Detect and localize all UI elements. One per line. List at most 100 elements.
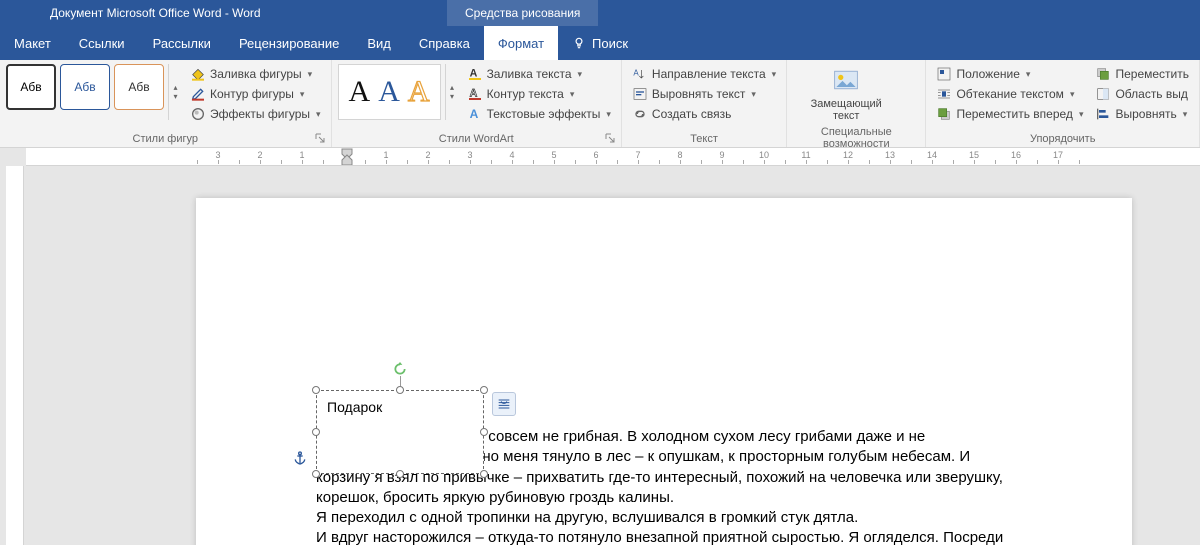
send-backward-button[interactable]: Переместить [1091,64,1193,84]
workspace: Подарок Не грибная была осень, совсем не… [0,166,1200,545]
vertical-ruler[interactable] [6,166,24,545]
bring-forward-button[interactable]: Переместить вперед▾ [932,104,1087,124]
search-label: Поиск [592,36,628,51]
svg-text:A: A [469,88,477,100]
position-button[interactable]: Положение▾ [932,64,1087,84]
contextual-tab-label: Средства рисования [465,6,580,20]
resize-handle-ne[interactable] [480,386,488,394]
wordart-gallery[interactable]: A A A [338,64,441,120]
selected-textbox[interactable]: Подарок [316,390,484,474]
chevron-down-icon: ▾ [772,69,777,80]
chevron-down-icon: ▾ [606,109,611,120]
indent-marker-icon[interactable] [341,148,353,166]
group-label-arrange: Упорядочить [932,131,1193,145]
tab-view[interactable]: Вид [353,26,405,60]
textbox-frame[interactable]: Подарок [316,390,484,474]
selection-pane-icon [1095,86,1111,102]
shape-effects-button[interactable]: Эффекты фигуры▾ [186,104,325,124]
horizontal-ruler[interactable]: 3211234567891011121314151617 [26,148,1200,166]
tab-review[interactable]: Рецензирование [225,26,353,60]
window-title: Документ Microsoft Office Word - Word [50,6,261,20]
chevron-down-icon: ▾ [751,89,756,100]
svg-text:A: A [469,68,477,80]
pencil-outline-icon [190,86,206,102]
wordart-preset-3[interactable]: A [408,75,430,109]
chevron-down-icon: ▾ [300,89,305,100]
group-arrange: Положение▾ Обтекание текстом▾ Переместит… [926,60,1200,147]
create-link-button[interactable]: Создать связь [628,104,780,124]
text-outline-icon: A [467,86,483,102]
resize-handle-s[interactable] [396,470,404,478]
shape-style-preset-2[interactable]: Абв [60,64,110,110]
paragraph[interactable]: Я переходил с одной тропинки на другую, … [316,508,1012,528]
resize-handle-e[interactable] [480,428,488,436]
svg-text:A: A [633,68,639,77]
group-accessibility: Замещающий текст Специальные возможности [787,60,926,147]
shape-fill-button[interactable]: Заливка фигуры▾ [186,64,325,84]
align-text-icon [632,86,648,102]
shape-style-preset-3[interactable]: Абв [114,64,164,110]
align-button[interactable]: Выровнять▾ [1091,104,1193,124]
dialog-launcher-icon[interactable] [315,133,325,143]
bring-forward-icon [936,106,952,122]
text-fill-icon: A [467,66,483,82]
layout-options-button[interactable] [492,392,516,416]
resize-handle-nw[interactable] [312,386,320,394]
text-direction-icon: A [632,66,648,82]
tell-me-search[interactable]: Поиск [558,26,642,60]
dialog-launcher-icon[interactable] [605,133,615,143]
send-backward-icon [1095,66,1111,82]
align-text-button[interactable]: Выровнять текст▾ [628,84,780,104]
shape-style-preset-1[interactable]: Абв [6,64,56,110]
rotate-handle[interactable] [393,362,407,376]
resize-handle-w[interactable] [312,428,320,436]
wordart-gallery-more[interactable]: ▴▾ [445,64,459,120]
paint-bucket-icon [190,66,206,82]
wrap-text-icon [936,86,952,102]
chevron-down-icon: ▾ [570,89,575,100]
svg-text:A: A [469,107,478,121]
wordart-preset-2[interactable]: A [378,75,400,109]
alt-text-button[interactable]: Замещающий текст [793,64,899,124]
tab-layout[interactable]: Макет [0,26,65,60]
contextual-tab-group: Средства рисования [447,0,598,26]
chevron-down-icon: ▾ [308,69,313,80]
wrap-text-button[interactable]: Обтекание текстом▾ [932,84,1087,104]
group-wordart-styles: A A A ▴▾ A Заливка текста▾ A Контур текс… [332,60,622,147]
text-direction-button[interactable]: A Направление текста▾ [628,64,780,84]
chevron-down-icon: ▾ [578,69,583,80]
chevron-down-icon: ▾ [1070,89,1075,100]
textbox-text[interactable]: Подарок [327,399,382,415]
group-text: A Направление текста▾ Выровнять текст▾ С… [622,60,787,147]
resize-handle-n[interactable] [396,386,404,394]
text-fill-button[interactable]: A Заливка текста▾ [463,64,615,84]
position-icon [936,66,952,82]
chevron-down-icon: ▾ [316,109,321,120]
selection-pane-button[interactable]: Область выд [1091,84,1193,104]
tab-help[interactable]: Справка [405,26,484,60]
titlebar: Документ Microsoft Office Word - Word Ср… [0,0,1200,26]
object-anchor-icon[interactable] [292,450,308,471]
chevron-down-icon: ▾ [1079,109,1084,120]
group-label-shape-styles: Стили фигур [6,131,325,145]
alt-text-icon [832,66,860,94]
tab-mailings[interactable]: Рассылки [139,26,225,60]
document-page[interactable]: Подарок Не грибная была осень, совсем не… [196,198,1132,545]
group-shape-styles: Абв Абв Абв ▴▾ Заливка фигуры▾ Контур фи… [0,60,332,147]
text-effects-button[interactable]: A Текстовые эффекты▾ [463,104,615,124]
wordart-preset-1[interactable]: A [349,75,371,109]
rotate-connector [400,376,401,386]
tab-format[interactable]: Формат [484,26,558,60]
chevron-down-icon: ▾ [1026,69,1031,80]
tab-references[interactable]: Ссылки [65,26,139,60]
text-outline-button[interactable]: A Контур текста▾ [463,84,615,104]
shape-outline-button[interactable]: Контур фигуры▾ [186,84,325,104]
paragraph[interactable]: И вдруг насторожился – откуда-то потянул… [316,528,1012,545]
resize-handle-sw[interactable] [312,470,320,478]
shape-style-gallery-more[interactable]: ▴▾ [168,64,182,120]
group-label-text: Текст [628,131,780,145]
layout-options-icon [496,396,512,412]
group-label-accessibility: Специальные возможности [793,124,919,150]
chevron-down-icon: ▾ [1183,109,1188,120]
resize-handle-se[interactable] [480,470,488,478]
